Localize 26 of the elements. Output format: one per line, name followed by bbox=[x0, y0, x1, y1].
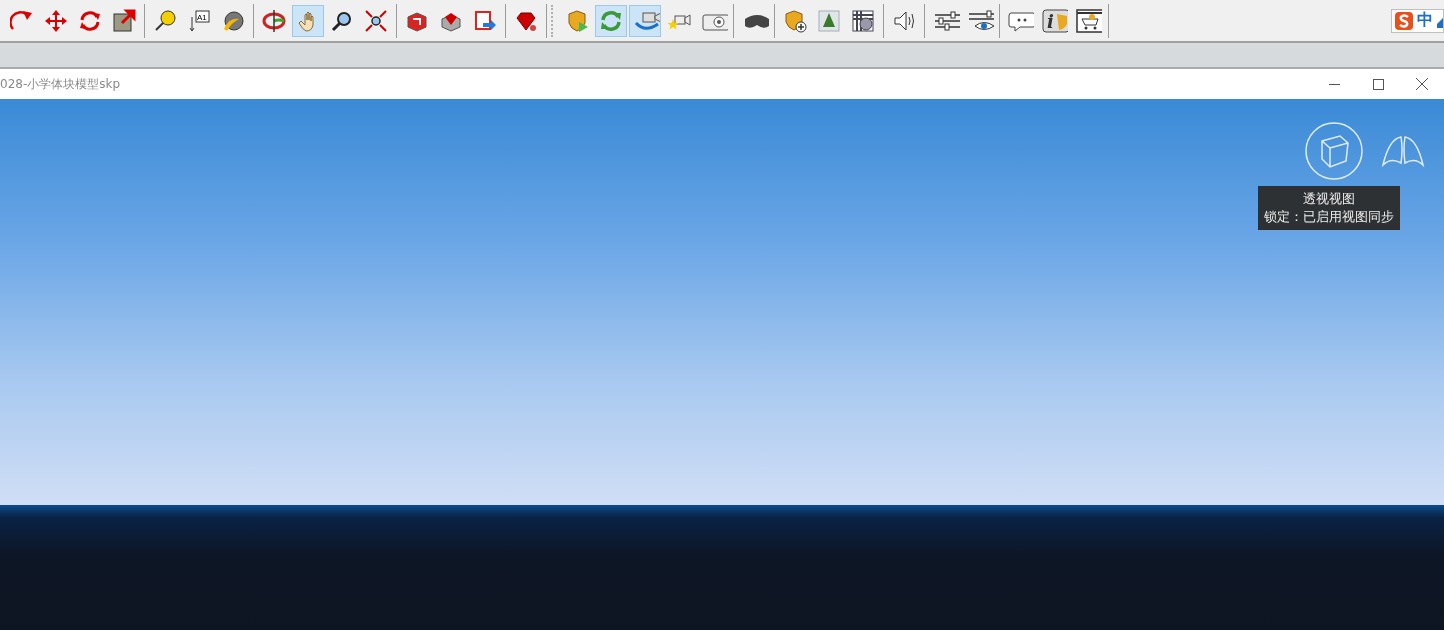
shield-play-icon bbox=[565, 8, 589, 33]
toolbar-grip[interactable] bbox=[551, 4, 555, 37]
scale-icon bbox=[112, 8, 136, 33]
orbit-icon bbox=[262, 8, 286, 33]
input-method-logo-icon bbox=[1395, 11, 1413, 30]
move-icon bbox=[44, 8, 68, 33]
tooltip-text: 锁定：已启用视图同步 bbox=[1264, 208, 1394, 226]
window-title: 028-小学体块模型skp bbox=[0, 75, 121, 93]
close-icon bbox=[1416, 78, 1428, 90]
tree-cube-icon bbox=[817, 8, 841, 33]
rotate-icon bbox=[78, 8, 102, 33]
view-cube-icon[interactable] bbox=[1304, 121, 1364, 181]
tooltip-text: 透视视图 bbox=[1302, 190, 1356, 208]
minimize-icon bbox=[1328, 83, 1340, 85]
refresh-icon bbox=[599, 8, 623, 33]
gear-grid-icon bbox=[851, 8, 875, 33]
zoom-extents-icon bbox=[364, 8, 388, 33]
tape-measure-icon bbox=[153, 8, 177, 33]
wings-icon[interactable] bbox=[1381, 135, 1425, 167]
input-method-indicator[interactable]: 中 bbox=[1391, 8, 1444, 33]
paint-bucket-icon bbox=[221, 8, 245, 33]
input-mode-text: 中 bbox=[1417, 10, 1433, 31]
shield-plus-icon bbox=[783, 8, 807, 33]
export-icon bbox=[473, 8, 497, 33]
cart-icon bbox=[1074, 8, 1102, 33]
maximize-icon bbox=[1372, 78, 1384, 90]
